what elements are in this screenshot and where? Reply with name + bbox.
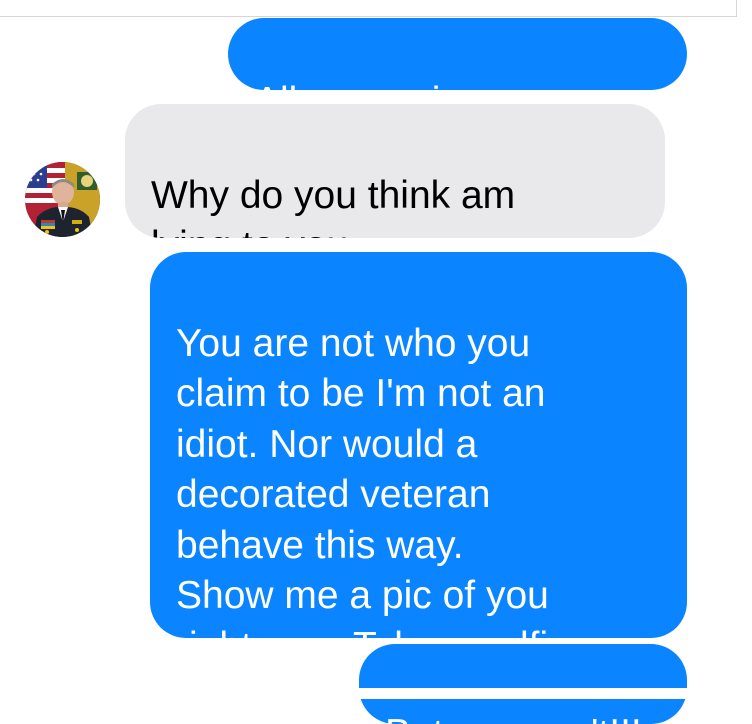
message-bubble-incoming[interactable]: Why do you think am lying to you (125, 104, 665, 238)
message-bubble-outgoing[interactable]: All news pics no way. (228, 18, 687, 90)
military-portrait-avatar-icon (25, 162, 100, 237)
message-text: All news pics no way. (254, 80, 622, 91)
contact-avatar[interactable] (25, 162, 100, 237)
message-text: You are not who you claim to be I'm not … (176, 322, 581, 639)
bottom-edge (0, 688, 752, 699)
message-text: Why do you think am lying to you (151, 174, 515, 239)
message-bubble-outgoing[interactable]: You are not who you claim to be I'm not … (150, 252, 687, 638)
top-toolbar-edge (0, 0, 737, 17)
message-text: Bet you can't!!! (385, 712, 642, 724)
message-bubble-outgoing[interactable]: Bet you can't!!! (359, 644, 687, 724)
